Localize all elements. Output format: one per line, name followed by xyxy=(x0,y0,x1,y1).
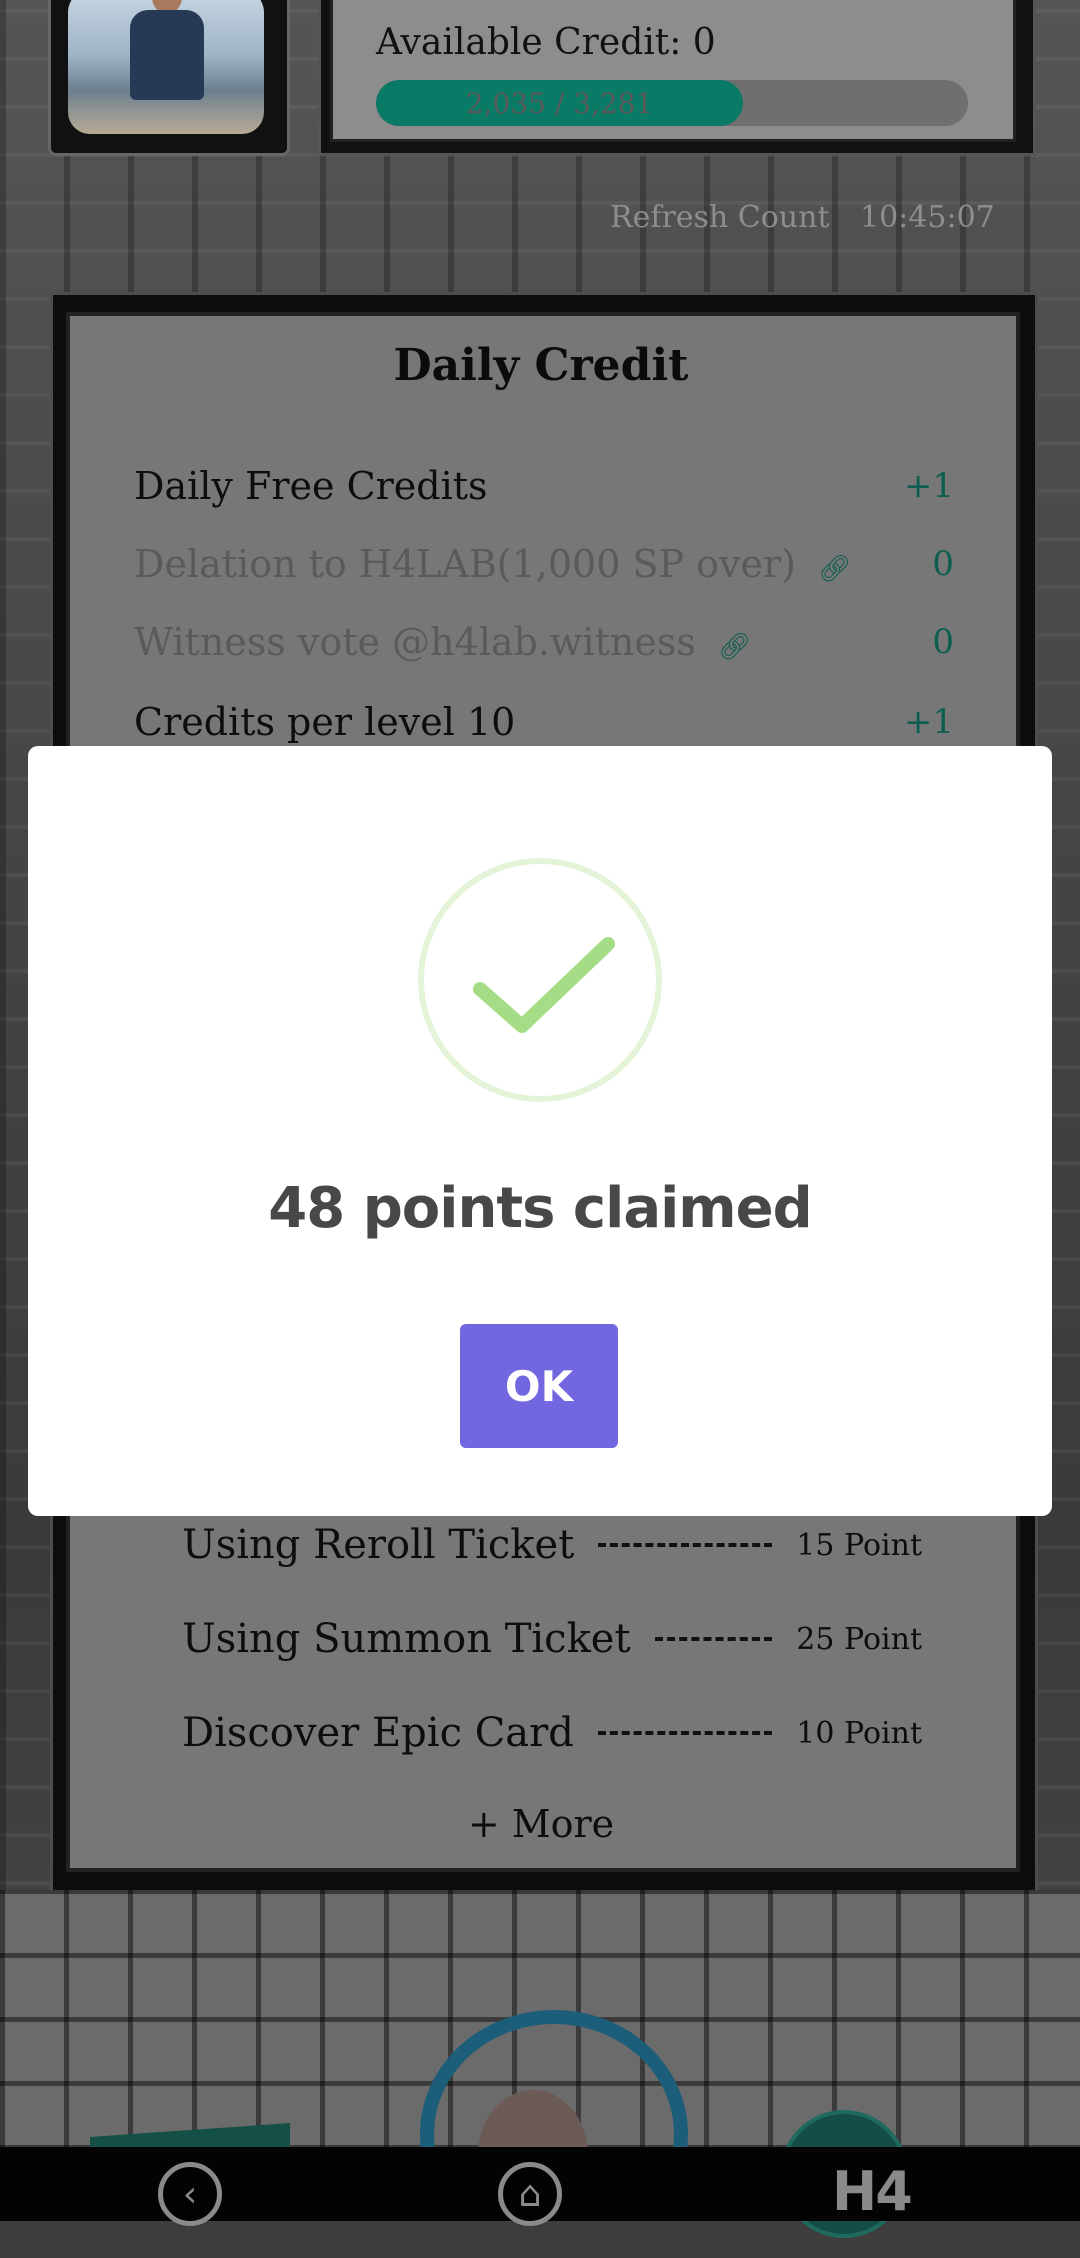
success-dialog: 48 points claimed OK xyxy=(28,746,1052,1516)
dialog-message: 48 points claimed xyxy=(268,1176,812,1241)
ok-button[interactable]: OK xyxy=(460,1324,618,1448)
success-check-icon xyxy=(418,858,662,1102)
